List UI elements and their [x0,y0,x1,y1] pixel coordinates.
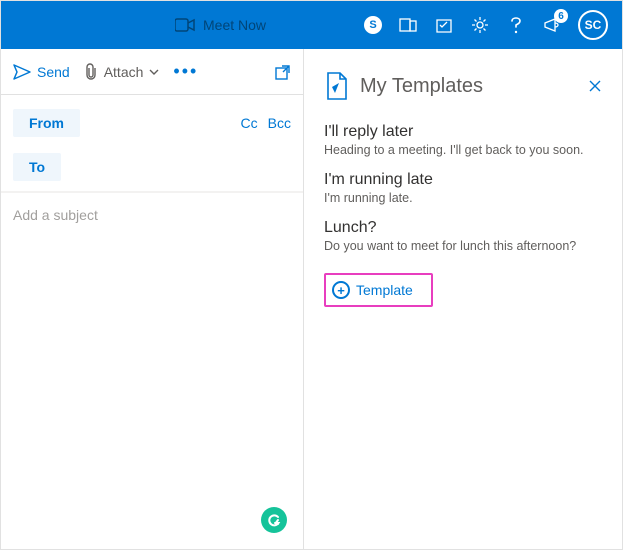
bcc-button[interactable]: Bcc [268,115,291,131]
subject-row [1,192,303,237]
recipient-fields: From Cc Bcc To [1,95,303,192]
templates-panel-icon [324,71,350,101]
compose-toolbar: Send Attach ••• [1,49,303,95]
message-body[interactable] [1,237,303,549]
from-row: From Cc Bcc [1,103,303,147]
settings-icon[interactable] [470,15,490,35]
meet-now-button[interactable]: Meet Now [175,15,266,35]
notification-badge: 6 [554,9,568,23]
cc-bcc-group: Cc Bcc [241,115,291,131]
template-preview: Do you want to meet for lunch this after… [324,239,602,253]
help-icon[interactable] [506,15,526,35]
announcements-icon[interactable]: 6 [542,15,562,35]
skype-icon[interactable]: S [364,16,382,34]
add-template-button[interactable]: + Template [324,273,433,307]
video-icon [175,15,195,35]
teams-icon[interactable] [398,15,418,35]
close-panel-button[interactable] [588,79,602,93]
send-label: Send [37,64,70,80]
user-avatar[interactable]: SC [578,10,608,40]
template-title: I'm running late [324,171,602,189]
add-template-wrap: + Template [324,273,602,307]
subject-input[interactable] [13,207,291,223]
cc-button[interactable]: Cc [241,115,258,131]
popout-button[interactable] [275,64,291,80]
template-preview: I'm running late. [324,191,602,205]
template-title: Lunch? [324,219,602,237]
template-item[interactable]: I'm running late I'm running late. [324,171,602,205]
more-actions-button[interactable]: ••• [173,61,198,82]
chevron-down-icon [149,69,159,75]
grammarly-icon[interactable] [261,507,287,533]
attach-label: Attach [104,64,144,80]
template-preview: Heading to a meeting. I'll get back to y… [324,143,602,157]
add-template-label: Template [356,282,413,298]
todo-icon[interactable] [434,15,454,35]
compose-pane: Send Attach ••• From Cc Bcc [1,49,304,549]
from-button[interactable]: From [13,109,80,137]
send-icon [13,64,31,80]
body: Send Attach ••• From Cc Bcc [1,49,622,549]
plus-icon: + [332,281,350,299]
template-title: I'll reply later [324,123,602,141]
panel-header: My Templates [324,71,602,101]
template-item[interactable]: Lunch? Do you want to meet for lunch thi… [324,219,602,253]
to-button[interactable]: To [13,153,61,181]
meet-now-label: Meet Now [203,17,266,33]
templates-panel: My Templates I'll reply later Heading to… [304,49,622,549]
top-bar: Meet Now S 6 SC [1,1,622,49]
to-row: To [1,147,303,191]
app-root: Meet Now S 6 SC Send [0,0,623,550]
template-item[interactable]: I'll reply later Heading to a meeting. I… [324,123,602,157]
attach-button[interactable]: Attach [84,63,160,81]
send-button[interactable]: Send [13,64,70,80]
close-icon [588,79,602,93]
paperclip-icon [84,63,98,81]
panel-title: My Templates [360,75,483,98]
